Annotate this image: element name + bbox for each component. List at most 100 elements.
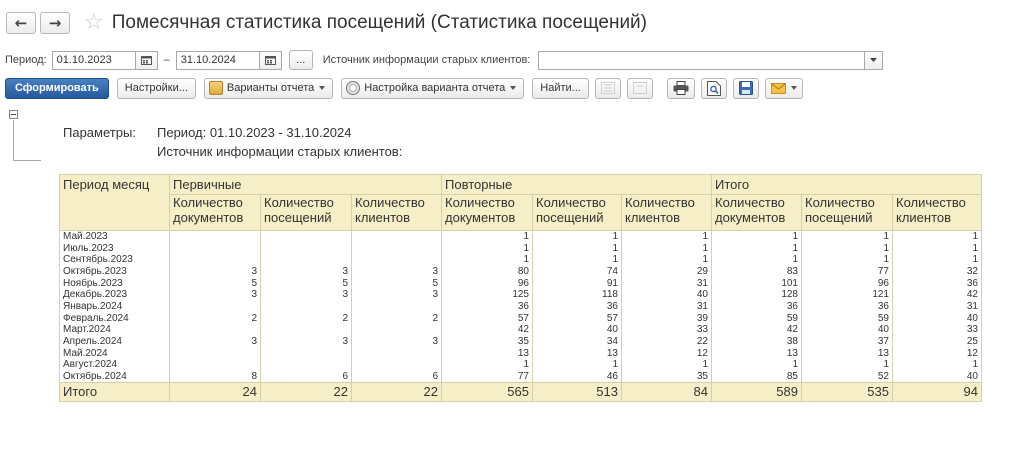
parameters-source: Источник информации старых клиентов: xyxy=(157,144,403,159)
calendar-icon xyxy=(140,56,152,65)
row-value-cell: 1 xyxy=(441,242,533,254)
row-value-cell: 59 xyxy=(711,312,802,324)
row-value-cell: 1 xyxy=(892,253,982,266)
row-value-cell: 57 xyxy=(441,312,533,324)
row-value-cell: 74 xyxy=(532,265,622,278)
table-row: Январь.2024 36 36 31 36 36 31 xyxy=(59,300,982,313)
header-visits-count: Количество посещений xyxy=(260,194,352,231)
report-parameters: Параметры: Период: 01.10.2023 - 31.10.202… xyxy=(63,123,402,161)
row-value-cell xyxy=(351,242,442,254)
row-value-cell: 1 xyxy=(801,253,893,266)
row-value-cell: 46 xyxy=(532,370,622,383)
period-select-button[interactable]: ... xyxy=(288,50,313,70)
date-from-field[interactable]: 01.10.2023 xyxy=(51,50,136,70)
row-value-cell: 6 xyxy=(260,370,352,383)
row-value-cell: 8 xyxy=(169,370,261,383)
table-row: Май.2024 13 13 12 13 13 12 xyxy=(59,347,982,360)
source-dropdown-button[interactable] xyxy=(865,50,884,70)
row-value-cell: 1 xyxy=(711,359,802,371)
period-label: Период: xyxy=(5,54,47,66)
table-row: Октябрь.2023 3 3 3 80 74 29 83 77 32 xyxy=(59,265,982,278)
row-value-cell: 1 xyxy=(532,359,622,371)
header-clients-count: Количество клиентов xyxy=(351,194,442,231)
row-value-cell: 36 xyxy=(532,300,622,313)
row-value-cell: 77 xyxy=(441,370,533,383)
row-value-cell: 29 xyxy=(621,265,712,278)
report-parameters-bar: Период: 01.10.2023 – 31.10.2024 ... Исто… xyxy=(5,49,884,71)
folder-icon xyxy=(208,81,223,95)
expand-groups-button[interactable] xyxy=(594,77,621,99)
row-value-cell: 1 xyxy=(621,253,712,266)
source-select[interactable] xyxy=(538,50,866,70)
total-label: Итого xyxy=(59,381,170,402)
settings-button[interactable]: Настройки... xyxy=(116,77,196,99)
header-visits-count: Количество посещений xyxy=(801,194,893,231)
collapse-group-toggle[interactable] xyxy=(9,110,18,119)
row-value-cell: 40 xyxy=(801,324,893,336)
row-value-cell: 125 xyxy=(441,288,533,301)
header-visits-count: Количество посещений xyxy=(532,194,622,231)
total-cell: 535 xyxy=(801,381,893,402)
row-value-cell xyxy=(169,230,261,243)
row-value-cell: 1 xyxy=(441,359,533,371)
variant-settings-button[interactable]: Настройка варианта отчета xyxy=(341,77,525,99)
row-value-cell: 1 xyxy=(441,230,533,243)
total-cell: 84 xyxy=(621,381,712,402)
header-period-month: Период месяц xyxy=(59,174,170,231)
title-bar: ← → ☆ Помесячная статистика посещений (С… xyxy=(6,8,647,38)
row-value-cell: 1 xyxy=(621,359,712,371)
favorite-star-icon[interactable]: ☆ xyxy=(84,12,104,34)
row-value-cell: 2 xyxy=(260,312,352,324)
row-period: Июль.2023 xyxy=(59,242,170,254)
row-value-cell: 12 xyxy=(892,347,982,360)
generate-button[interactable]: Сформировать xyxy=(5,77,109,99)
row-value-cell: 5 xyxy=(351,277,442,289)
save-button[interactable] xyxy=(732,77,759,99)
row-value-cell: 1 xyxy=(711,230,802,243)
table-subheader-row: Количество документов Количество посещен… xyxy=(60,194,982,231)
row-period: Апрель.2024 xyxy=(59,335,170,348)
row-value-cell: 52 xyxy=(801,370,893,383)
row-value-cell: 33 xyxy=(892,324,982,336)
print-preview-button[interactable] xyxy=(700,77,727,99)
row-value-cell: 1 xyxy=(892,230,982,243)
table-row: Апрель.2024 3 3 3 35 34 22 38 37 25 xyxy=(59,335,982,348)
row-value-cell: 1 xyxy=(711,253,802,266)
row-value-cell: 3 xyxy=(260,288,352,301)
row-value-cell: 6 xyxy=(351,370,442,383)
table-row: Ноябрь.2023 5 5 5 96 91 31 101 96 36 xyxy=(59,277,982,289)
send-email-button[interactable] xyxy=(764,77,803,99)
total-cell: 589 xyxy=(711,381,802,402)
back-button[interactable]: ← xyxy=(6,12,36,34)
row-value-cell: 1 xyxy=(892,242,982,254)
row-value-cell xyxy=(169,300,261,313)
row-period: Сентябрь.2023 xyxy=(59,253,170,266)
header-documents-count: Количество документов xyxy=(711,194,802,231)
table-row: Декабрь.2023 3 3 3 125 118 40 128 121 42 xyxy=(59,288,982,301)
envelope-icon xyxy=(770,82,786,94)
page-title: Помесячная статистика посещений (Статист… xyxy=(111,12,647,33)
collapse-groups-button[interactable] xyxy=(626,77,653,99)
date-to-field[interactable]: 31.10.2024 xyxy=(175,50,260,70)
date-to-calendar-button[interactable] xyxy=(259,50,282,70)
row-period: Ноябрь.2023 xyxy=(59,277,170,289)
row-value-cell xyxy=(260,242,352,254)
row-value-cell: 85 xyxy=(711,370,802,383)
row-period: Январь.2024 xyxy=(59,300,170,313)
find-button[interactable]: Найти... xyxy=(532,77,589,99)
row-value-cell xyxy=(351,253,442,266)
table-row: Сентябрь.2023 1 1 1 1 1 1 xyxy=(59,253,982,266)
report-variants-button[interactable]: Варианты отчета xyxy=(203,77,334,99)
row-period: Февраль.2024 xyxy=(59,312,170,324)
row-value-cell xyxy=(351,230,442,243)
row-value-cell xyxy=(169,253,261,266)
row-value-cell: 3 xyxy=(169,335,261,348)
row-value-cell: 83 xyxy=(711,265,802,278)
row-value-cell: 36 xyxy=(892,277,982,289)
forward-button[interactable]: → xyxy=(40,12,70,34)
table-body: Май.2023 1 1 1 1 1 1 Июль.2023 1 1 1 1 1 1 Сентябрь.20… xyxy=(59,230,982,383)
print-button[interactable] xyxy=(666,77,695,99)
row-value-cell: 42 xyxy=(892,288,982,301)
date-from-calendar-button[interactable] xyxy=(135,50,158,70)
row-value-cell: 38 xyxy=(711,335,802,348)
